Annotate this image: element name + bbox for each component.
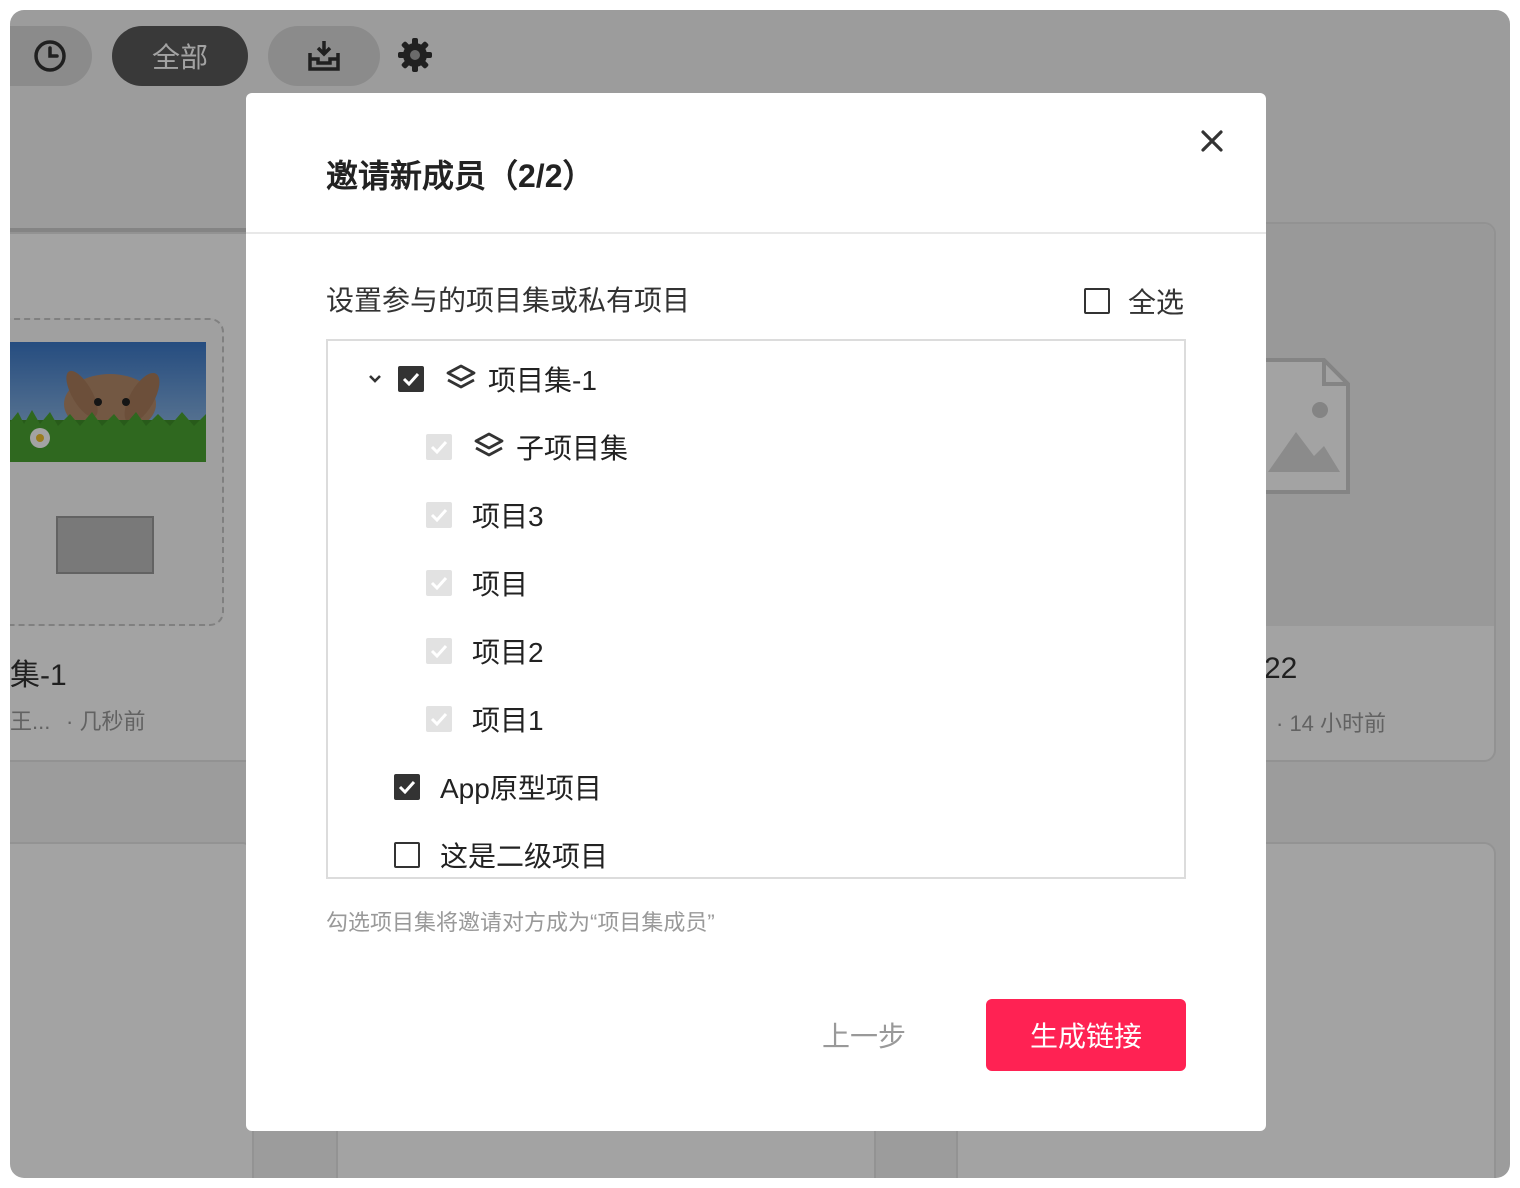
tree-item-label: App原型项目 [440,773,602,804]
checkbox[interactable] [394,774,420,800]
tree-item-secondary-project[interactable]: 这是二级项目 [394,829,609,877]
tree-item-label: 项目3 [472,501,544,532]
tree-item-project-3[interactable]: 项目3 [426,489,544,541]
checkbox [426,706,452,732]
tree-item-sub-project-set[interactable]: 子项目集 [426,421,628,473]
tree-item-label: 这是二级项目 [440,841,609,872]
tree-item-project-1[interactable]: 项目1 [426,693,544,745]
check-icon [430,508,448,522]
chevron-down-icon [369,375,381,383]
project-tree[interactable]: 项目集-1 子项目集 项目3 项目 项目2 项目1 App原型项目 这是二级项目 [326,339,1186,879]
check-icon [430,576,448,590]
check-icon [430,712,448,726]
tree-item-label: 项目集-1 [488,365,597,396]
checkbox[interactable] [398,366,424,392]
check-icon [430,440,448,454]
expand-toggle[interactable] [362,366,388,392]
close-icon [1201,130,1223,152]
checkbox [426,570,452,596]
hint-text: 勾选项目集将邀请对方成为“项目集成员” [326,910,715,935]
checkbox[interactable] [394,842,420,868]
dialog-title: 邀请新成员（2/2） [326,158,595,194]
section-label: 设置参与的项目集或私有项目 [326,285,691,316]
check-icon [398,780,416,794]
checkbox[interactable] [1083,288,1110,314]
close-button[interactable] [1194,123,1230,159]
layers-icon [472,430,506,464]
select-all-checkbox[interactable]: 全选 [1083,281,1184,321]
check-icon [402,372,420,386]
checkbox [426,502,452,528]
tree-item-project-2[interactable]: 项目2 [426,625,544,677]
previous-step-button[interactable]: 上一步 [822,1009,906,1061]
tree-item-label: 项目 [472,569,529,600]
layers-icon [444,362,478,396]
tree-item-project-set-1[interactable]: 项目集-1 [362,353,597,405]
tree-item-project[interactable]: 项目 [426,557,528,609]
invite-member-dialog: 邀请新成员（2/2） 设置参与的项目集或私有项目 全选 项目集-1 子项目集 项… [246,93,1266,1131]
tree-item-app-prototype[interactable]: App原型项目 [394,761,602,813]
tree-item-label: 项目1 [472,705,544,736]
tree-item-label: 子项目集 [516,433,629,464]
check-icon [430,644,448,658]
checkbox [426,638,452,664]
app-window: 全部 集-1 王... · 几秒前 22 · 14 小时前 邀请新成员（2/2）… [10,10,1510,1178]
tree-item-label: 项目2 [472,637,544,668]
select-all-label: 全选 [1127,287,1184,318]
dialog-header: 邀请新成员（2/2） [246,93,1266,234]
checkbox [426,434,452,460]
generate-link-button[interactable]: 生成链接 [986,999,1186,1071]
